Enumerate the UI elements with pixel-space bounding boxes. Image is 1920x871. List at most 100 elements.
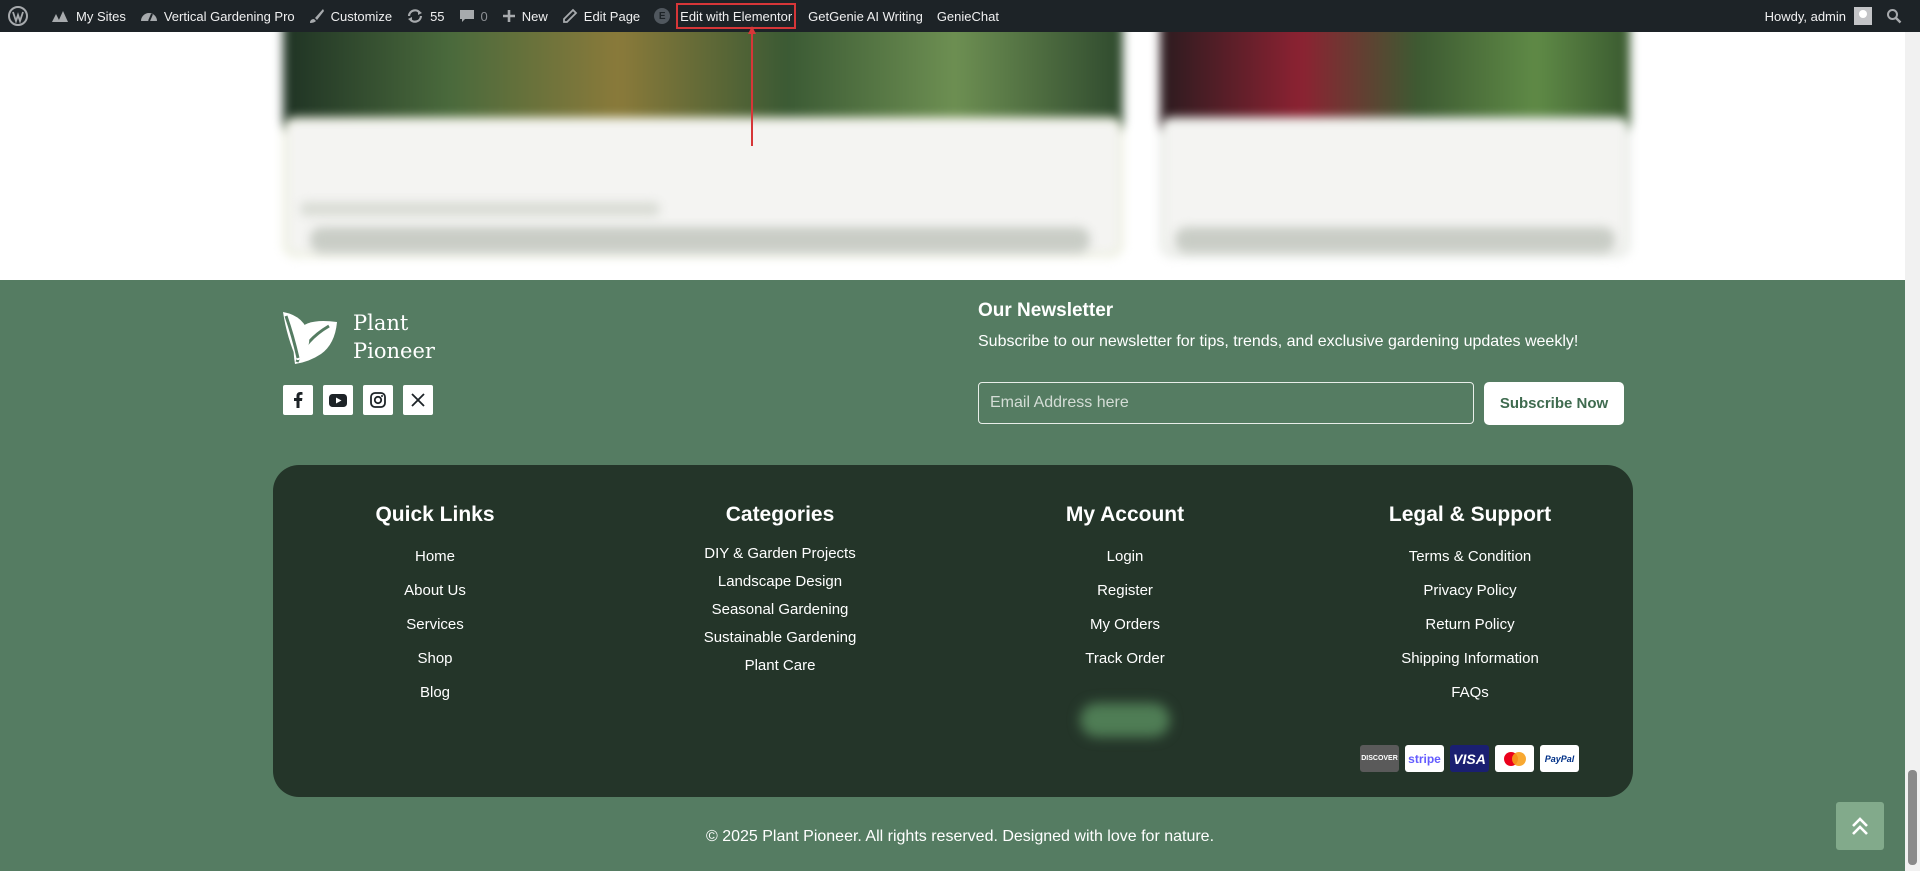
newsletter-description: Subscribe to our newsletter for tips, tr… (978, 333, 1579, 350)
footer-link-about-us[interactable]: About Us (285, 581, 585, 600)
footer-link-track-order[interactable]: Track Order (975, 649, 1275, 668)
dashboard-icon (140, 13, 157, 22)
elementor-icon-wrap: E (647, 0, 676, 32)
footer-link-my-orders[interactable]: My Orders (975, 615, 1275, 634)
footer-link-home[interactable]: Home (285, 547, 585, 566)
social-links (283, 385, 433, 415)
admin-search-button[interactable] (1879, 0, 1920, 32)
geniechat-label: GenieChat (936, 8, 999, 24)
column-title: Categories (725, 503, 835, 526)
discover-icon: DISCOVER (1360, 745, 1399, 772)
site-footer: Plant Pioneer Our Newsletter Subscribe t… (0, 280, 1920, 871)
avatar (1854, 7, 1872, 25)
updates-button[interactable]: 55 (399, 0, 451, 32)
blurred-text-left (300, 202, 660, 216)
my-account-column: My Account Login Register My Orders Trac… (975, 503, 1275, 683)
footer-logo[interactable]: Plant Pioneer (283, 308, 435, 366)
footer-link-faqs[interactable]: FAQs (1320, 683, 1620, 702)
column-links: Login Register My Orders Track Order (975, 547, 1275, 668)
updates-count: 55 (430, 8, 445, 24)
newsletter-title: Our Newsletter (978, 300, 1114, 321)
my-sites-label: My Sites (76, 8, 126, 24)
brand-name: Plant Pioneer (353, 309, 435, 365)
edit-with-elementor-label: Edit with Elementor (680, 8, 793, 24)
footer-link-seasonal-gardening[interactable]: Seasonal Gardening (630, 600, 930, 619)
new-content-button[interactable]: New (495, 0, 555, 32)
blurred-button-right (1175, 227, 1615, 253)
site-name-menu[interactable]: Vertical Gardening Pro (133, 0, 302, 32)
blurred-button-left (310, 227, 1090, 253)
customize-label: Customize (330, 8, 393, 24)
column-links: DIY & Garden Projects Landscape Design S… (630, 544, 930, 675)
x-link[interactable] (403, 385, 433, 415)
footer-link-login[interactable]: Login (975, 547, 1275, 566)
admin-bar: My Sites Vertical Gardening Pro Customiz… (0, 0, 1920, 32)
column-title: Legal & Support (1388, 503, 1552, 526)
scroll-to-top-button[interactable] (1836, 802, 1884, 850)
footer-link-shop[interactable]: Shop (285, 649, 585, 668)
customize-button[interactable]: Customize (302, 0, 399, 32)
elementor-icon: E (654, 8, 671, 24)
double-chevron-up-icon (1852, 817, 1868, 835)
column-title: Quick Links (375, 503, 495, 526)
categories-column: Categories DIY & Garden Projects Landsca… (630, 503, 930, 684)
edit-page-label: Edit Page (583, 8, 641, 24)
copyright-text: © 2025 Plant Pioneer. All rights reserve… (705, 828, 1215, 845)
footer-link-privacy-policy[interactable]: Privacy Policy (1320, 581, 1620, 600)
getgenie-button[interactable]: GetGenie AI Writing (801, 0, 930, 32)
subscribe-button[interactable]: Subscribe Now (1484, 382, 1624, 425)
wordpress-logo-button[interactable] (0, 0, 43, 32)
footer-link-services[interactable]: Services (285, 615, 585, 634)
instagram-link[interactable] (363, 385, 393, 415)
quick-links-column: Quick Links Home About Us Services Shop … (285, 503, 585, 717)
scrollbar-thumb[interactable] (1908, 770, 1917, 865)
footer-link-diy-garden-projects[interactable]: DIY & Garden Projects (630, 544, 930, 563)
newsletter-email-input[interactable] (978, 382, 1474, 424)
edit-page-button[interactable]: Edit Page (555, 0, 647, 32)
my-sites-icon (52, 11, 68, 22)
footer-link-shipping-information[interactable]: Shipping Information (1320, 649, 1620, 668)
paypal-icon: PayPal (1540, 745, 1579, 772)
comments-count: 0 (480, 8, 488, 24)
youtube-link[interactable] (323, 385, 353, 415)
column-links: Home About Us Services Shop Blog (285, 547, 585, 702)
new-label: New (521, 8, 548, 24)
edit-with-elementor-button[interactable]: Edit with Elementor (676, 3, 797, 29)
column-links: Terms & Condition Privacy Policy Return … (1320, 547, 1620, 702)
footer-link-blog[interactable]: Blog (285, 683, 585, 702)
footer-links-panel: Quick Links Home About Us Services Shop … (273, 465, 1633, 797)
legal-support-column: Legal & Support Terms & Condition Privac… (1320, 503, 1620, 717)
blurred-footer-element (1080, 703, 1170, 737)
footer-link-return-policy[interactable]: Return Policy (1320, 615, 1620, 634)
brush-icon (309, 9, 324, 23)
account-menu[interactable]: Howdy, admin (1758, 0, 1879, 32)
x-icon (411, 393, 425, 407)
footer-link-landscape-design[interactable]: Landscape Design (630, 572, 930, 591)
search-icon (1887, 9, 1902, 24)
footer-link-sustainable-gardening[interactable]: Sustainable Gardening (630, 628, 930, 647)
page-scrollbar[interactable] (1905, 32, 1920, 871)
facebook-icon (294, 392, 303, 408)
column-title: My Account (1065, 503, 1185, 526)
footer-link-plant-care[interactable]: Plant Care (630, 656, 930, 675)
instagram-icon (370, 392, 386, 408)
youtube-icon (329, 393, 347, 407)
comments-button[interactable]: 0 (452, 0, 495, 32)
annotation-arrow (748, 26, 756, 146)
facebook-link[interactable] (283, 385, 313, 415)
geniechat-button[interactable]: GenieChat (930, 0, 1006, 32)
blurred-content-area (0, 32, 1920, 280)
wordpress-icon (8, 6, 28, 26)
stripe-icon: stripe (1405, 745, 1444, 772)
payment-methods: DISCOVER stripe VISA PayPal (1360, 745, 1579, 772)
howdy-label: Howdy, admin (1764, 8, 1846, 24)
visa-icon: VISA (1450, 745, 1489, 772)
updates-icon (407, 9, 423, 23)
getgenie-label: GetGenie AI Writing (808, 8, 923, 24)
footer-link-terms[interactable]: Terms & Condition (1320, 547, 1620, 566)
my-sites-menu[interactable]: My Sites (43, 0, 133, 32)
comment-icon (459, 10, 474, 22)
footer-link-register[interactable]: Register (975, 581, 1275, 600)
mastercard-icon (1495, 745, 1534, 772)
pencil-icon (562, 8, 578, 23)
